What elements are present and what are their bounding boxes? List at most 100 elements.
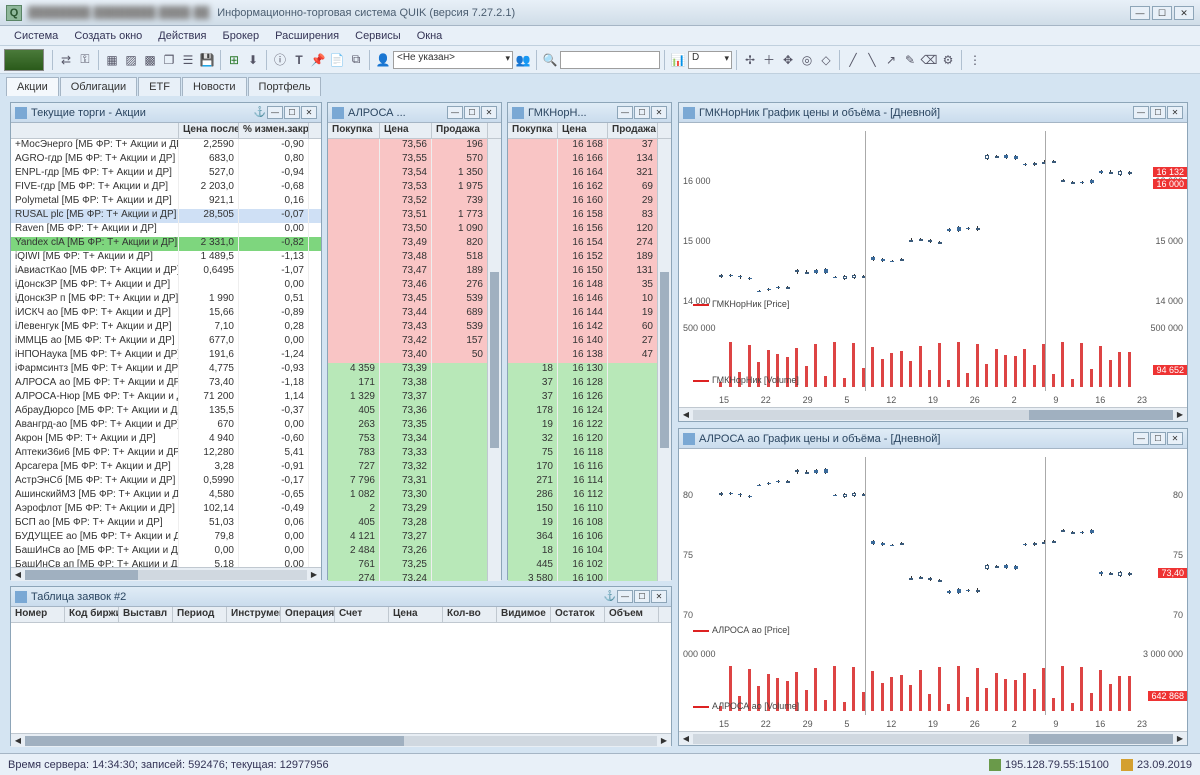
tool-cascade-icon[interactable]: ⧉ [347,51,365,69]
orderbook-row[interactable]: 16 154274 [508,237,671,251]
tool-info-icon[interactable]: ⓘ [271,51,289,69]
panel-close-button[interactable]: ✕ [1167,432,1183,445]
table-row[interactable]: АЛРОСА-Нюр [МБ ФР: T+ Акции и ДР]71 2001… [11,391,321,405]
table-row[interactable]: iФармсинтз [МБ ФР: T+ Акции и ДР]4,775-0… [11,363,321,377]
table-row[interactable]: Raven [МБ ФР: T+ Акции и ДР]0,00 [11,223,321,237]
orderbook-row[interactable]: 73,46276 [328,279,501,293]
orderbook-row[interactable]: 16 152189 [508,251,671,265]
menu-item[interactable]: Сервисы [347,28,409,44]
anchor-icon[interactable]: ⚓ [604,591,616,602]
tool-plus-icon[interactable]: ＋ [760,51,778,69]
tool-window-icon[interactable]: ❐ [160,51,178,69]
orderbook-row[interactable]: 4 12173,27 [328,531,501,545]
tool-line-icon[interactable]: ╱ [844,51,862,69]
orderbook-row[interactable]: 16 16837 [508,139,671,153]
table-row[interactable]: FIVE-гдр [МБ ФР: T+ Акции и ДР]2 203,0-0… [11,181,321,195]
orderbook-row[interactable]: 7 79673,31 [328,475,501,489]
table-row[interactable]: Акрон [МБ ФР: T+ Акции и ДР]4 940-0,60 [11,433,321,447]
tool-export-icon[interactable]: ⬇ [244,51,262,69]
orderbook-row[interactable]: 75373,34 [328,433,501,447]
orderbook-row[interactable]: 16 150131 [508,265,671,279]
panel-max-button[interactable]: ☐ [1150,432,1166,445]
table-row[interactable]: АстрЭнСб [МБ ФР: T+ Акции и ДР]0,5990-0,… [11,475,321,489]
table-row[interactable]: Авангрд-ао [МБ ФР: T+ Акции и ДР]6700,00 [11,419,321,433]
column-header[interactable]: Покупка [328,123,380,138]
orderbook-row[interactable]: 73,511 773 [328,209,501,223]
orderbook-row[interactable]: 27116 114 [508,475,671,489]
table-row[interactable]: БСП ао [МБ ФР: T+ Акции и ДР]51,030,06 [11,517,321,531]
menu-item[interactable]: Расширения [267,28,347,44]
orderbook-row[interactable]: 16 16029 [508,195,671,209]
orderbook-row[interactable]: 73,531 975 [328,181,501,195]
panel-max-button[interactable]: ☐ [284,106,300,119]
orderbook-row[interactable]: 16 16269 [508,181,671,195]
panel-max-button[interactable]: ☐ [1150,106,1166,119]
chart-area[interactable]: 80807575707073,40АЛРОСА ао [Price]АЛРОСА… [679,449,1187,731]
table-row[interactable]: АшинскийМЗ [МБ ФР: T+ Акции и ДР]4,580-0… [11,489,321,503]
orderbook-row[interactable]: 26373,35 [328,419,501,433]
orderbook-row[interactable]: 1816 130 [508,363,671,377]
orderbook-row[interactable]: 73,501 090 [328,223,501,237]
panel-min-button[interactable]: — [1133,432,1149,445]
table-row[interactable]: AGRO-гдр [МБ ФР: T+ Акции и ДР]683,00,80 [11,153,321,167]
orderbook-row[interactable]: 73,45539 [328,293,501,307]
column-header[interactable]: Выставл [119,607,173,622]
hscrollbar[interactable]: ◀▶ [11,567,321,581]
orderbook-row[interactable]: 73,52739 [328,195,501,209]
orderbook-row[interactable]: 1 32973,37 [328,391,501,405]
panel-min-button[interactable]: — [617,590,633,603]
table-row[interactable]: iНПОНаука [МБ ФР: T+ Акции и ДР]191,6-1,… [11,349,321,363]
tool-move-icon[interactable]: ✥ [779,51,797,69]
table-row[interactable]: iДонскЗР [МБ ФР: T+ Акции и ДР]0,00 [11,279,321,293]
column-header[interactable]: Код биржи [65,607,119,622]
orderbook-row[interactable]: 1 08273,30 [328,489,501,503]
orderbook-row[interactable]: 1916 122 [508,419,671,433]
panel-min-button[interactable]: — [1133,106,1149,119]
tool-pin-icon[interactable]: 📌 [309,51,327,69]
tool-save-icon[interactable]: 💾 [198,51,216,69]
table-row[interactable]: АптекиЗ6и6 [МБ ФР: T+ Акции и ДР]12,2805… [11,447,321,461]
table-row[interactable]: БашИнСв ао [МБ ФР: T+ Акции и ДР]0,000,0… [11,545,321,559]
column-header[interactable]: Видимое [497,607,551,622]
hscrollbar[interactable]: ◀▶ [11,733,671,747]
orderbook-row[interactable]: 73,42157 [328,335,501,349]
column-header[interactable]: Остаток [551,607,605,622]
table-row[interactable]: БУДУЩЕЕ ао [МБ ФР: T+ Акции и ДР]79,80,0… [11,531,321,545]
column-header[interactable]: Покупка [508,123,558,138]
tool-grid-icon[interactable]: ▩ [141,51,159,69]
orderbook-row[interactable]: 16 14835 [508,279,671,293]
column-header[interactable] [11,123,179,138]
table-row[interactable]: АЛРОСА ао [МБ ФР: T+ Акции и ДР]73,40-1,… [11,377,321,391]
tool-connect-icon[interactable]: ⇄ [57,51,75,69]
menu-item[interactable]: Система [6,28,66,44]
tool-table-icon[interactable]: ▦ [103,51,121,69]
column-header[interactable]: Операция [281,607,335,622]
maximize-button[interactable]: ☐ [1152,6,1172,20]
chart-area[interactable]: 16 00016 00015 00015 00014 00014 00016 1… [679,123,1187,407]
orderbook-row[interactable]: 73,47189 [328,265,501,279]
orderbook-row[interactable]: 16 164321 [508,167,671,181]
column-header[interactable]: Цена [389,607,443,622]
orderbook-row[interactable]: 3716 128 [508,377,671,391]
tool-trend-icon[interactable]: ╲ [863,51,881,69]
column-header[interactable]: Инструмент [227,607,281,622]
orderbook-row[interactable]: 2 48473,26 [328,545,501,559]
orderbook-row[interactable]: 273,29 [328,503,501,517]
table-row[interactable]: ENPL-гдр [МБ ФР: T+ Акции и ДР]527,0-0,9… [11,167,321,181]
orderbook-row[interactable]: 73,43539 [328,321,501,335]
orderbook-row[interactable]: 40573,28 [328,517,501,531]
menu-item[interactable]: Окна [409,28,451,44]
orderbook-row[interactable]: 17173,38 [328,377,501,391]
orderbook-row[interactable]: 16 14419 [508,307,671,321]
panel-close-button[interactable]: ✕ [1167,106,1183,119]
panel-close-button[interactable]: ✕ [301,106,317,119]
orderbook-row[interactable]: 4 35973,39 [328,363,501,377]
table-row[interactable]: iQIWI [МБ ФР: T+ Акции и ДР]1 489,5-1,13 [11,251,321,265]
orderbook-row[interactable]: 72773,32 [328,461,501,475]
tool-menu-icon[interactable]: ⋮ [966,51,984,69]
orderbook-row[interactable]: 15016 110 [508,503,671,517]
tool-erase-icon[interactable]: ⌫ [920,51,938,69]
workspace-tab[interactable]: Облигации [60,77,137,96]
column-header[interactable]: Объем [605,607,659,622]
vscrollbar[interactable] [657,139,671,581]
